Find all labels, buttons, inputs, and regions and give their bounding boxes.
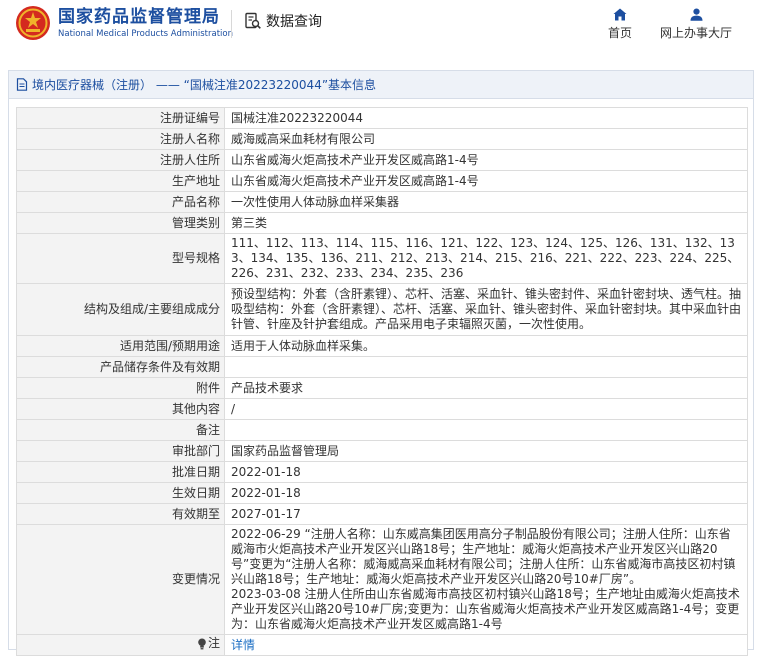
row-label: 适用范围/预期用途 — [16, 335, 225, 357]
row-label: 备注 — [16, 419, 225, 441]
row-label: 管理类别 — [16, 212, 225, 234]
row-label: 注 — [16, 634, 225, 656]
row-value: 国械注准20223220044 — [224, 107, 748, 129]
table-row: 管理类别 第三类 — [16, 212, 748, 234]
table-row: 型号规格 111、112、113、114、115、116、121、122、123… — [16, 233, 748, 284]
emblem-logo — [16, 6, 50, 40]
site-name-cn: 国家药品监督管理局 — [58, 7, 220, 27]
nav-home-label: 首页 — [608, 26, 633, 40]
home-icon — [613, 8, 627, 21]
table-row: 产品储存条件及有效期 — [16, 356, 748, 378]
row-label: 产品储存条件及有效期 — [16, 356, 225, 378]
site-name-en: National Medical Products Administration — [58, 29, 233, 39]
row-label: 注册证编号 — [16, 107, 225, 129]
row-value — [224, 356, 748, 378]
details-link[interactable]: 详情 — [224, 634, 748, 656]
row-value: 2022-06-29 “注册人名称：山东威高集团医用高分子制品股份有限公司；注册… — [224, 524, 748, 635]
document-search-icon — [245, 12, 261, 29]
nav-online-service-hall[interactable]: 网上办事大厅 — [660, 8, 732, 41]
table-row: 产品名称 一次性使用人体动脉血样采集器 — [16, 191, 748, 213]
row-label: 型号规格 — [16, 233, 225, 284]
row-label: 附件 — [16, 377, 225, 399]
site-header: 国家药品监督管理局 National Medical Products Admi… — [0, 0, 762, 52]
row-value: 第三类 — [224, 212, 748, 234]
row-label: 有效期至 — [16, 503, 225, 525]
row-label: 生产地址 — [16, 170, 225, 192]
data-query-label: 数据查询 — [266, 14, 322, 30]
table-row: 备注 — [16, 419, 748, 441]
row-value: 威海威高采血耗材有限公司 — [224, 128, 748, 150]
detail-table: 注册证编号 国械注准20223220044 注册人名称 威海威高采血耗材有限公司… — [16, 107, 748, 656]
data-query-link[interactable]: 数据查询 — [244, 11, 322, 31]
table-row: 有效期至 2027-01-17 — [16, 503, 748, 525]
header-divider — [231, 10, 232, 38]
row-value: 预设型结构：外套（含肝素锂）、芯杆、活塞、采血针、锥头密封件、采血针密封块、透气… — [224, 283, 748, 336]
table-row: 注册人住所 山东省威海火炬高技术产业开发区威高路1-4号 — [16, 149, 748, 171]
site-name[interactable]: 国家药品监督管理局 National Medical Products Admi… — [58, 6, 233, 40]
row-label: 批准日期 — [16, 461, 225, 483]
user-icon — [690, 8, 702, 21]
nav-online-service-hall-label: 网上办事大厅 — [660, 26, 733, 40]
table-row: 变更情况 2022-06-29 “注册人名称：山东威高集团医用高分子制品股份有限… — [16, 524, 748, 635]
panel-title: 境内医疗器械（注册） —— “国械注准20223220044”基本信息 — [32, 78, 377, 92]
nav-home[interactable]: 首页 — [608, 8, 632, 41]
note-label: 注 — [207, 636, 220, 651]
row-value: 2027-01-17 — [224, 503, 748, 525]
row-value: 山东省威海火炬高技术产业开发区威高路1-4号 — [224, 149, 748, 171]
row-label: 审批部门 — [16, 440, 225, 462]
row-value — [224, 419, 748, 441]
table-row: 结构及组成/主要组成成分 预设型结构：外套（含肝素锂）、芯杆、活塞、采血针、锥头… — [16, 283, 748, 336]
document-icon — [16, 78, 28, 91]
row-value: 国家药品监督管理局 — [224, 440, 748, 462]
row-value: 2022-01-18 — [224, 461, 748, 483]
table-row: 生效日期 2022-01-18 — [16, 482, 748, 504]
row-label: 注册人住所 — [16, 149, 225, 171]
device-detail-panel: 境内医疗器械（注册） —— “国械注准20223220044”基本信息 注册证编… — [8, 70, 754, 656]
row-label: 其他内容 — [16, 398, 225, 420]
table-row: 批准日期 2022-01-18 — [16, 461, 748, 483]
row-label: 产品名称 — [16, 191, 225, 213]
table-row: 注 详情 — [16, 634, 748, 656]
row-value: 111、112、113、114、115、116、121、122、123、124、… — [224, 233, 748, 284]
table-row: 附件 产品技术要求 — [16, 377, 748, 399]
table-row: 其他内容 / — [16, 398, 748, 420]
row-value: 产品技术要求 — [224, 377, 748, 399]
row-label: 注册人名称 — [16, 128, 225, 150]
lightbulb-icon — [198, 638, 206, 650]
table-row: 注册人名称 威海威高采血耗材有限公司 — [16, 128, 748, 150]
row-value: 2022-01-18 — [224, 482, 748, 504]
table-row: 注册证编号 国械注准20223220044 — [16, 107, 748, 129]
row-label: 变更情况 — [16, 524, 225, 635]
row-label: 结构及组成/主要组成成分 — [16, 283, 225, 336]
table-row: 适用范围/预期用途 适用于人体动脉血样采集。 — [16, 335, 748, 357]
row-value: 适用于人体动脉血样采集。 — [224, 335, 748, 357]
panel-header: 境内医疗器械（注册） —— “国械注准20223220044”基本信息 — [9, 71, 753, 99]
row-value: 山东省威海火炬高技术产业开发区威高路1-4号 — [224, 170, 748, 192]
table-row: 生产地址 山东省威海火炬高技术产业开发区威高路1-4号 — [16, 170, 748, 192]
row-label: 生效日期 — [16, 482, 225, 504]
row-value: / — [224, 398, 748, 420]
row-value: 一次性使用人体动脉血样采集器 — [224, 191, 748, 213]
table-row: 审批部门 国家药品监督管理局 — [16, 440, 748, 462]
